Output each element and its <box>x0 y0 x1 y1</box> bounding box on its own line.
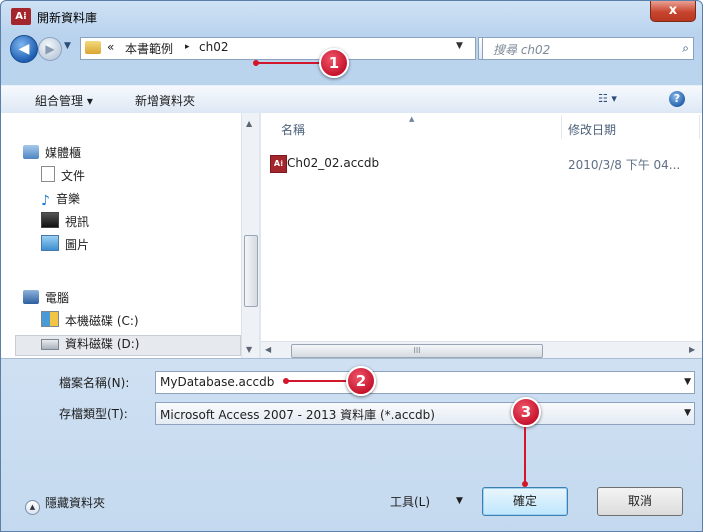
filetype-label: 存檔類型(T): <box>59 407 128 421</box>
nav-item-label: 資料磁碟 (D:) <box>65 337 140 351</box>
column-separator[interactable] <box>699 115 700 139</box>
search-placeholder: 搜尋 ch02 <box>493 43 551 57</box>
column-separator[interactable] <box>561 115 562 139</box>
video-icon <box>41 212 59 228</box>
system-drive-icon <box>41 311 59 327</box>
computer-icon <box>23 290 39 304</box>
filename-dropdown-icon[interactable]: ▼ <box>684 377 691 387</box>
close-button[interactable]: x <box>650 1 696 22</box>
address-dropdown-icon[interactable]: ▼ <box>456 41 463 51</box>
filename-value: MyDatabase.accdb <box>160 375 275 389</box>
file-list-pane: ▲ 名稱 修改日期 A⁞ Ch02_02.accdb 2010/3/8 下午 0… <box>261 113 702 359</box>
tools-menu[interactable]: 工具(L) <box>390 493 430 510</box>
breadcrumb-separator-icon[interactable]: ▸ <box>185 42 190 52</box>
document-icon <box>41 166 55 182</box>
ok-button[interactable]: 確定 <box>482 487 568 516</box>
filetype-select[interactable]: Microsoft Access 2007 - 2013 資料庫 (*.accd… <box>155 402 695 425</box>
scroll-up-icon[interactable]: ▲ <box>246 119 252 128</box>
callout-1-line <box>257 62 323 64</box>
filetype-dropdown-icon[interactable]: ▼ <box>684 408 691 418</box>
navigation-pane: 媒體櫃 文件 ♪ 音樂 視訊 圖片 電腦 本機磁碟 (C:) 資料磁碟 (D:) … <box>1 113 259 358</box>
title-bar: A⁞ 開新資料庫 x <box>1 1 702 31</box>
picture-icon <box>41 235 59 251</box>
forward-arrow-icon: ▶ <box>45 42 55 56</box>
nav-item-label: 電腦 <box>45 291 70 305</box>
back-arrow-icon: ◀ <box>18 41 30 57</box>
new-folder-button[interactable]: 新增資料夾 <box>135 92 195 109</box>
help-button[interactable]: ? <box>669 91 685 107</box>
nav-item-label: 媒體櫃 <box>45 146 82 160</box>
window-title: 開新資料庫 <box>37 11 98 25</box>
nav-item-drive-d[interactable]: 資料磁碟 (D:) <box>41 334 139 354</box>
file-modified-date: 2010/3/8 下午 04... <box>568 158 681 172</box>
scroll-left-icon[interactable]: ◀ <box>265 345 271 354</box>
filename-label: 檔案名稱(N): <box>59 376 130 390</box>
search-input[interactable]: 搜尋 ch02 ⌕ <box>482 37 694 60</box>
music-icon: ♪ <box>41 193 50 209</box>
scrollbar-thumb[interactable] <box>244 235 258 307</box>
search-icon: ⌕ <box>682 41 689 55</box>
navigation-row: ◀ ▶ ▼ « 本書範例 ▸ ch02 ▼ ↻ 搜尋 ch02 ⌕ <box>1 31 702 65</box>
hide-folders-label: 隱藏資料夾 <box>45 496 106 510</box>
recent-pages-dropdown[interactable]: ▼ <box>64 41 71 51</box>
forward-button[interactable]: ▶ <box>38 37 62 61</box>
sort-arrow-icon: ▲ <box>409 115 415 123</box>
access-file-icon: A⁞ <box>270 155 287 173</box>
save-dialog-window: A⁞ 開新資料庫 x ◀ ▶ ▼ « 本書範例 ▸ ch02 ▼ ↻ 搜尋 ch… <box>0 0 703 532</box>
column-header-modified[interactable]: 修改日期 <box>568 121 616 138</box>
scrollbar-thumb[interactable]: III <box>291 344 543 358</box>
nav-item-label: 視訊 <box>65 215 90 229</box>
nav-pane-scrollbar[interactable]: ▲ ▼ <box>241 113 259 358</box>
organize-menu[interactable]: 組合管理 ▾ <box>35 92 93 109</box>
cancel-button[interactable]: 取消 <box>597 487 683 516</box>
nav-item-documents[interactable]: 文件 <box>41 166 85 186</box>
breadcrumb-ch02[interactable]: ch02 <box>199 40 228 54</box>
file-name[interactable]: Ch02_02.accdb <box>287 156 379 170</box>
address-bar[interactable]: « 本書範例 ▸ ch02 ▼ <box>80 37 476 60</box>
scroll-right-icon[interactable]: ▶ <box>689 345 695 354</box>
nav-item-drive-c[interactable]: 本機磁碟 (C:) <box>41 311 139 331</box>
nav-item-video[interactable]: 視訊 <box>41 212 89 232</box>
library-icon <box>23 145 39 159</box>
command-toolbar: 組合管理 ▾ 新增資料夾 ☷ ▾ ? <box>1 85 702 114</box>
callout-1-badge: 1 <box>319 48 349 78</box>
nav-item-computer[interactable]: 電腦 <box>23 288 69 308</box>
nav-item-libraries[interactable]: 媒體櫃 <box>23 143 81 163</box>
callout-3-dot <box>522 481 528 487</box>
scroll-down-icon[interactable]: ▼ <box>246 345 252 354</box>
filetype-value: Microsoft Access 2007 - 2013 資料庫 (*.accd… <box>160 408 435 422</box>
nav-item-label: 本機磁碟 (C:) <box>65 314 139 328</box>
callout-2-badge: 2 <box>346 366 376 396</box>
nav-item-pictures[interactable]: 圖片 <box>41 235 89 255</box>
hide-folders-toggle[interactable]: ▲ 隱藏資料夾 <box>25 494 105 515</box>
column-header-name[interactable]: 名稱 <box>281 121 305 138</box>
nav-item-music[interactable]: ♪ 音樂 <box>41 189 80 209</box>
drive-icon <box>41 339 59 350</box>
view-options-button[interactable]: ☷ ▾ <box>598 92 617 105</box>
folder-icon <box>85 41 101 54</box>
breadcrumb-book-samples[interactable]: 本書範例 <box>125 40 173 57</box>
callout-3-badge: 3 <box>511 397 541 427</box>
nav-item-label: 音樂 <box>55 192 80 206</box>
nav-item-label: 文件 <box>61 169 86 183</box>
collapse-up-icon: ▲ <box>25 500 40 515</box>
tools-dropdown-icon[interactable]: ▼ <box>456 496 463 506</box>
nav-item-label: 圖片 <box>65 238 90 252</box>
breadcrumb-overflow[interactable]: « <box>107 40 114 54</box>
back-button[interactable]: ◀ <box>10 35 38 63</box>
file-list-hscrollbar[interactable]: ◀ III ▶ <box>261 341 702 359</box>
callout-2-line <box>287 380 349 382</box>
callout-3-line <box>524 427 526 483</box>
filename-field[interactable]: MyDatabase.accdb ▼ <box>155 371 695 394</box>
access-app-icon: A⁞ <box>11 8 31 25</box>
